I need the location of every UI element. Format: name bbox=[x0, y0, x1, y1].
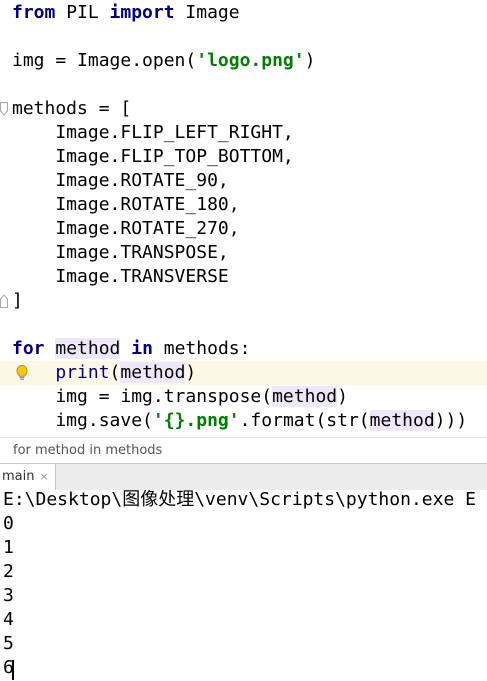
fold-marker-icon[interactable] bbox=[0, 294, 8, 308]
code-token: img.save( bbox=[12, 410, 153, 431]
code-line[interactable]: img = img.transpose(method) bbox=[0, 385, 487, 409]
code-token: ) bbox=[337, 386, 348, 407]
identifier-token: method bbox=[369, 410, 435, 431]
code-token: Image.ROTATE_90, bbox=[12, 170, 229, 191]
code-line-text: ] bbox=[12, 289, 23, 313]
code-token: Image.ROTATE_270, bbox=[12, 218, 240, 239]
code-token: ( bbox=[109, 362, 121, 383]
code-token: ) bbox=[456, 410, 468, 431]
code-token: ) bbox=[304, 50, 316, 71]
code-token: .format(str( bbox=[239, 410, 370, 431]
code-line[interactable]: Image.ROTATE_90, bbox=[0, 169, 487, 193]
code-line-text: for method in methods: bbox=[12, 337, 250, 361]
run-console[interactable]: E:\Desktop\图像处理\venv\Scripts\python.exe … bbox=[0, 490, 487, 681]
code-token: PIL bbox=[55, 2, 110, 23]
code-line[interactable]: Image.ROTATE_270, bbox=[0, 217, 487, 241]
code-token: Image.TRANSVERSE bbox=[12, 266, 229, 287]
console-output-line: 3 bbox=[3, 585, 14, 606]
code-line-text: img = Image.open('logo.png') bbox=[12, 49, 315, 73]
code-token: methods: bbox=[152, 338, 251, 359]
code-line[interactable] bbox=[0, 73, 487, 97]
identifier-token: method bbox=[120, 362, 186, 383]
code-line-text: Image.FLIP_TOP_BOTTOM, bbox=[12, 145, 294, 169]
code-line-text: img = img.transpose(method) bbox=[12, 385, 348, 409]
keyword-token: for bbox=[12, 338, 45, 359]
code-line-text: methods = [ bbox=[12, 97, 131, 121]
code-token: Image.FLIP_LEFT_RIGHT, bbox=[12, 122, 294, 143]
string-token: '{}.png' bbox=[152, 410, 240, 431]
code-line-text: Image.ROTATE_90, bbox=[12, 169, 229, 193]
breadcrumb[interactable]: for method in methods bbox=[0, 437, 487, 464]
code-token: img = img.transpose( bbox=[12, 386, 273, 407]
code-line-text: from PIL import Image bbox=[12, 1, 240, 25]
console-output-line: 0 bbox=[3, 513, 14, 534]
console-output-line: 1 bbox=[3, 537, 14, 558]
code-token: Image.TRANSPOSE, bbox=[12, 242, 229, 263]
code-line-text: Image.ROTATE_180, bbox=[12, 193, 240, 217]
identifier-token: method bbox=[55, 338, 121, 359]
code-line[interactable] bbox=[0, 313, 487, 337]
tab-main[interactable]: main × bbox=[0, 464, 56, 490]
code-line[interactable]: print(method) bbox=[0, 361, 487, 385]
console-command-line: E:\Desktop\图像处理\venv\Scripts\python.exe … bbox=[3, 490, 476, 510]
code-token: img = Image.open( bbox=[12, 50, 197, 71]
code-line-text: img.save('{}.png'.format(str(method))) bbox=[12, 409, 467, 433]
code-token: methods = [ bbox=[12, 98, 132, 119]
code-line[interactable]: methods = [ bbox=[0, 97, 487, 121]
console-output-line: 2 bbox=[3, 561, 14, 582]
keyword-token: import bbox=[109, 2, 175, 23]
identifier-token: method bbox=[272, 386, 338, 407]
code-line[interactable]: Image.TRANSVERSE bbox=[0, 265, 487, 289]
keyword-token: in bbox=[131, 338, 153, 359]
console-output-line: 6 bbox=[3, 657, 14, 678]
code-token: )) bbox=[434, 410, 457, 431]
run-tab-bar: main × bbox=[0, 463, 487, 491]
tab-main-label: main bbox=[2, 469, 35, 484]
console-output-line: 5 bbox=[3, 633, 14, 654]
code-token: Image bbox=[174, 2, 240, 23]
console-output-line: 4 bbox=[3, 609, 14, 630]
code-line[interactable]: for method in methods: bbox=[0, 337, 487, 361]
code-line-text: Image.FLIP_LEFT_RIGHT, bbox=[12, 121, 294, 145]
code-line-text: Image.TRANSPOSE, bbox=[12, 241, 229, 265]
breadcrumb-label: for method in methods bbox=[13, 443, 163, 458]
code-token: ) bbox=[185, 362, 197, 383]
code-line[interactable]: from PIL import Image bbox=[0, 1, 487, 25]
code-token: print bbox=[55, 362, 110, 383]
code-line[interactable]: Image.ROTATE_180, bbox=[0, 193, 487, 217]
lightbulb-icon[interactable] bbox=[15, 364, 29, 382]
code-line[interactable]: img = Image.open('logo.png') bbox=[0, 49, 487, 73]
code-token: ] bbox=[12, 290, 23, 311]
keyword-token: from bbox=[12, 2, 56, 23]
code-line[interactable]: Image.FLIP_LEFT_RIGHT, bbox=[0, 121, 487, 145]
code-token: Image.ROTATE_180, bbox=[12, 194, 240, 215]
code-line[interactable]: ] bbox=[0, 289, 487, 313]
code-token: Image.FLIP_TOP_BOTTOM, bbox=[12, 146, 294, 167]
fold-marker-icon[interactable] bbox=[0, 102, 8, 116]
code-line[interactable]: img.save('{}.png'.format(str(method))) bbox=[0, 409, 487, 433]
code-line[interactable]: Image.TRANSPOSE, bbox=[0, 241, 487, 265]
close-icon[interactable]: × bbox=[39, 470, 48, 483]
code-editor[interactable]: from PIL import Image img = Image.open('l… bbox=[0, 0, 487, 437]
code-line[interactable] bbox=[0, 25, 487, 49]
code-line-text: print(method) bbox=[12, 361, 196, 385]
string-token: 'logo.png' bbox=[196, 50, 305, 71]
code-line-text: Image.TRANSVERSE bbox=[12, 265, 229, 289]
code-line[interactable]: Image.FLIP_TOP_BOTTOM, bbox=[0, 145, 487, 169]
code-line-text: Image.ROTATE_270, bbox=[12, 217, 240, 241]
